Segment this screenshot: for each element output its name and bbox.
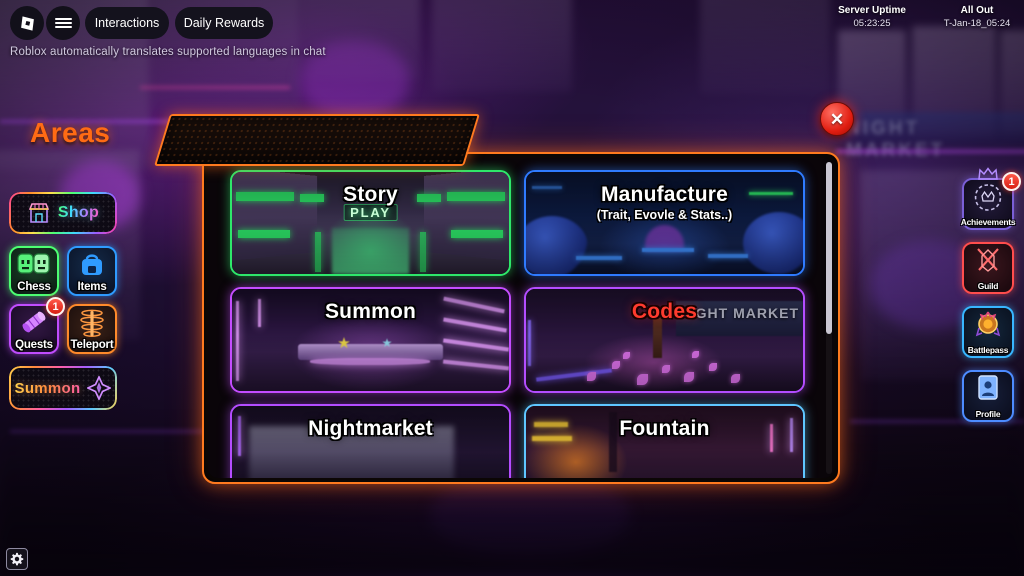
sidebar-square-grid: Chess Items Quests 1 Teleport — [9, 246, 117, 354]
items-label: Items — [77, 281, 107, 293]
area-card-manufacture[interactable]: Manufacture (Trait, Evovle & Stats..) — [524, 170, 805, 276]
bg-night-market-text: NIGHT MARKET — [846, 118, 946, 161]
sidebar-item-guild[interactable]: Guild — [962, 242, 1014, 294]
area-card-summon[interactable]: ★ ★ Summon — [230, 287, 511, 393]
crown-icon — [978, 167, 998, 180]
summon-label: Summon — [14, 379, 81, 397]
profile-label: Profile — [975, 409, 1001, 419]
sidebar-item-teleport[interactable]: Teleport — [67, 304, 117, 354]
areas-card-grid: Story PLAY Manufacture (Trait, Evovle & … — [208, 158, 834, 478]
profile-card-icon — [978, 375, 998, 400]
quests-label: Quests — [15, 339, 53, 351]
fountain-title: Fountain — [619, 417, 710, 440]
area-card-fountain[interactable]: Fountain — [524, 404, 805, 478]
area-card-nightmarket[interactable]: Nightmarket — [230, 404, 511, 478]
quests-badge: 1 — [46, 297, 65, 316]
menu-line — [54, 18, 72, 20]
battlepass-label: Battlepass — [967, 345, 1009, 355]
all-out-value: T-Jan-18_05:24 — [943, 18, 1011, 29]
menu-line — [54, 26, 72, 28]
area-card-story[interactable]: Story PLAY — [230, 170, 511, 276]
backpack-icon — [82, 254, 102, 275]
story-title: Story — [343, 183, 398, 206]
server-uptime-label: Server Uptime — [838, 5, 906, 16]
daily-rewards-button[interactable]: Daily Rewards — [175, 7, 273, 39]
sidebar-item-items[interactable]: Items — [67, 246, 117, 296]
close-x-icon: ✕ — [829, 109, 845, 129]
sidebar-item-chess[interactable]: Chess — [9, 246, 59, 296]
crossed-swords-icon — [977, 248, 999, 272]
close-areas-button[interactable]: ✕ — [820, 102, 854, 136]
areas-panel-inner: Story PLAY Manufacture (Trait, Evovle & … — [208, 158, 834, 478]
shop-label: Shop — [57, 204, 100, 221]
area-card-codes[interactable]: IGHT MARKET Codes — [524, 287, 805, 393]
chat-translation-notice: Roblox automatically translates supporte… — [10, 46, 326, 58]
medal-icon — [975, 311, 1001, 337]
areas-panel-body: Story PLAY Manufacture (Trait, Evovle & … — [202, 152, 840, 484]
chess-faces-icon — [17, 253, 50, 274]
gear-icon — [10, 552, 24, 566]
areas-panel-title: Areas — [30, 117, 111, 148]
teleport-label: Teleport — [70, 339, 114, 351]
achievements-label: Achievements — [960, 217, 1016, 227]
roblox-logo-glyph — [20, 15, 34, 31]
teleport-pad-icon — [80, 309, 104, 337]
areas-panel: Story PLAY Manufacture (Trait, Evovle & … — [154, 102, 854, 484]
wreath-crown-icon — [974, 184, 1002, 211]
sidebar-item-quests[interactable]: Quests 1 — [9, 297, 65, 354]
interactions-button[interactable]: Interactions — [85, 7, 169, 39]
areas-scrollbar-thumb[interactable] — [826, 162, 832, 334]
right-sidebar: Achievements 1 Guild Battlepass Profile — [960, 167, 1021, 434]
server-uptime-value: 05:23:25 — [853, 18, 891, 29]
scroll-icon — [22, 311, 46, 333]
nightmarket-title: Nightmarket — [308, 417, 433, 440]
bg-neon-line — [836, 150, 1024, 153]
menu-line — [54, 22, 72, 24]
manufacture-title: Manufacture — [600, 183, 729, 206]
left-sidebar: Shop Chess Items Quests 1 Teleport Summo… — [9, 192, 121, 422]
chess-label: Chess — [17, 281, 51, 293]
shop-button[interactable]: Shop — [9, 192, 117, 234]
areas-title-dots — [156, 116, 478, 164]
sidebar-item-profile[interactable]: Profile — [962, 370, 1014, 422]
hamburger-menu-icon[interactable] — [46, 6, 80, 40]
roblox-logo-icon[interactable] — [10, 6, 44, 40]
summon-button[interactable]: Summon — [9, 366, 117, 410]
summon-area-title: Summon — [324, 300, 417, 323]
manufacture-subtitle: (Trait, Evovle & Stats..) — [596, 208, 733, 222]
all-out-block: All Out T-Jan-18_05:24 — [930, 4, 1024, 30]
guild-label: Guild — [977, 281, 999, 291]
settings-button[interactable] — [6, 548, 28, 570]
sidebar-item-battlepass[interactable]: Battlepass — [962, 306, 1014, 358]
bg-neon-line — [140, 86, 290, 89]
areas-title-tab — [154, 114, 480, 166]
codes-title: Codes — [631, 300, 698, 323]
achievements-badge: 1 — [1002, 172, 1021, 191]
sidebar-item-achievements[interactable]: Achievements 1 — [960, 167, 1021, 230]
all-out-label: All Out — [960, 5, 994, 16]
server-uptime-block: Server Uptime 05:23:25 — [828, 4, 916, 30]
